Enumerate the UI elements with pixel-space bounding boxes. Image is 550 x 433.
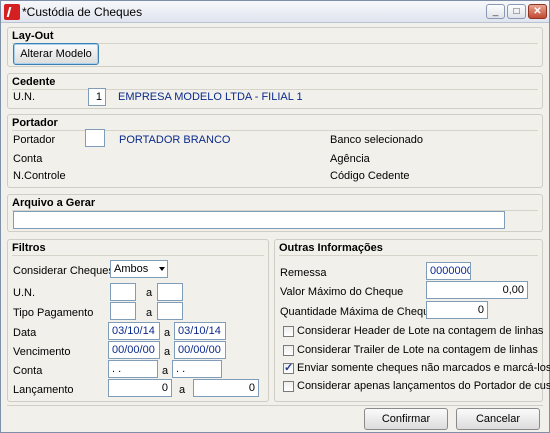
enviar-somente-label: Enviar somente cheques não marcados e ma… [297, 362, 550, 374]
header-lote-checkbox[interactable] [283, 326, 294, 337]
divider [7, 405, 543, 406]
apenas-portador-checkbox[interactable] [283, 381, 294, 392]
outras-group-title: Outras Informações [279, 242, 383, 254]
company-name: EMPRESA MODELO LTDA - FILIAL 1 [118, 91, 303, 103]
filtro-un-to-input[interactable] [157, 283, 183, 301]
header-lote-label: Considerar Header de Lote na contagem de… [297, 325, 544, 337]
trailer-lote-checkbox[interactable] [283, 345, 294, 356]
vencimento-to-input[interactable]: 00/00/00 [174, 341, 226, 359]
conta-label: Conta [13, 153, 43, 165]
agencia-label: Agência [330, 153, 370, 165]
conta-to-input[interactable]: . . [172, 360, 222, 378]
banco-label: Banco selecionado [330, 134, 423, 146]
lancamento-to-input[interactable]: 0 [193, 379, 259, 397]
quantidade-maxima-label: Quantidade Máxima de Cheques [280, 306, 441, 318]
valor-maximo-label: Valor Máximo do Cheque [280, 286, 404, 298]
filtro-un-from-input[interactable] [110, 283, 136, 301]
valor-maximo-input[interactable]: 0,00 [426, 281, 528, 299]
arquivo-group-title: Arquivo a Gerar [12, 197, 96, 209]
maximize-button[interactable]: □ [507, 4, 526, 19]
vencimento-label: Vencimento [13, 346, 71, 358]
app-logo-icon [4, 4, 20, 20]
ncontrole-label: N.Controle [13, 170, 66, 182]
un-input[interactable]: 1 [88, 88, 106, 106]
codigo-cedente-label: Código Cedente [330, 170, 410, 182]
outras-group: Outras Informações Remessa 0000000 Valor… [274, 239, 550, 402]
portador-group-title: Portador [12, 117, 58, 129]
filtros-group: Filtros Considerar Cheques Ambos U.N. a … [7, 239, 269, 402]
enviar-somente-checkbox[interactable] [283, 361, 294, 374]
range-separator: a [146, 287, 153, 299]
close-button[interactable]: ✕ [528, 4, 547, 19]
window-title: *Custódia de Cheques [22, 5, 143, 19]
divider [12, 255, 264, 256]
tipo-pagamento-from-input[interactable] [110, 302, 136, 320]
data-from-input[interactable]: 03/10/14 [108, 322, 160, 340]
tipo-pagamento-label: Tipo Pagamento [13, 307, 94, 319]
arquivo-input[interactable] [13, 211, 505, 229]
minimize-button[interactable]: _ [486, 4, 505, 19]
filtro-conta-label: Conta [13, 365, 43, 377]
confirm-button[interactable]: Confirmar [364, 408, 448, 430]
cedente-group: Cedente U.N. 1 EMPRESA MODELO LTDA - FIL… [7, 73, 543, 109]
range-separator: a [164, 346, 171, 358]
portador-input[interactable] [85, 129, 105, 147]
conta-from-input[interactable]: . . [108, 360, 158, 378]
considerar-cheques-label: Considerar Cheques [13, 265, 114, 277]
alter-model-button[interactable]: Alterar Modelo [13, 43, 99, 65]
range-separator: a [164, 327, 171, 339]
remessa-input[interactable]: 0000000 [426, 262, 471, 280]
lancamento-label: Lançamento [13, 384, 74, 396]
range-separator: a [162, 365, 169, 377]
chevron-down-icon [159, 267, 165, 271]
tipo-pagamento-to-input[interactable] [157, 302, 183, 320]
trailer-lote-label: Considerar Trailer de Lote na contagem d… [297, 344, 538, 356]
range-separator: a [179, 384, 186, 396]
un-label: U.N. [13, 91, 35, 103]
cedente-group-title: Cedente [12, 76, 56, 88]
considerar-cheques-select[interactable]: Ambos [110, 260, 168, 278]
divider [279, 255, 538, 256]
title-bar[interactable]: *Custódia de Cheques _ □ ✕ [1, 1, 549, 23]
filtro-un-label: U.N. [13, 287, 35, 299]
arquivo-group: Arquivo a Gerar [7, 194, 543, 232]
portador-name: PORTADOR BRANCO [119, 134, 231, 146]
portador-label: Portador [13, 134, 56, 146]
data-label: Data [13, 327, 37, 339]
layout-group-title: Lay-Out [12, 30, 54, 42]
quantidade-maxima-input[interactable]: 0 [426, 301, 488, 319]
considerar-cheques-value: Ambos [114, 263, 149, 275]
apenas-portador-label: Considerar apenas lançamentos do Portado… [297, 380, 550, 392]
filtros-group-title: Filtros [12, 242, 46, 254]
range-separator: a [146, 307, 153, 319]
portador-group: Portador Portador PORTADOR BRANCO Conta … [7, 114, 543, 188]
layout-group: Lay-Out Alterar Modelo [7, 27, 543, 67]
lancamento-from-input[interactable]: 0 [108, 379, 172, 397]
vencimento-from-input[interactable]: 00/00/00 [108, 341, 160, 359]
remessa-label: Remessa [280, 267, 327, 279]
main-window: *Custódia de Cheques _ □ ✕ Lay-Out Alter… [0, 0, 550, 433]
data-to-input[interactable]: 03/10/14 [174, 322, 226, 340]
cancel-button[interactable]: Cancelar [456, 408, 540, 430]
